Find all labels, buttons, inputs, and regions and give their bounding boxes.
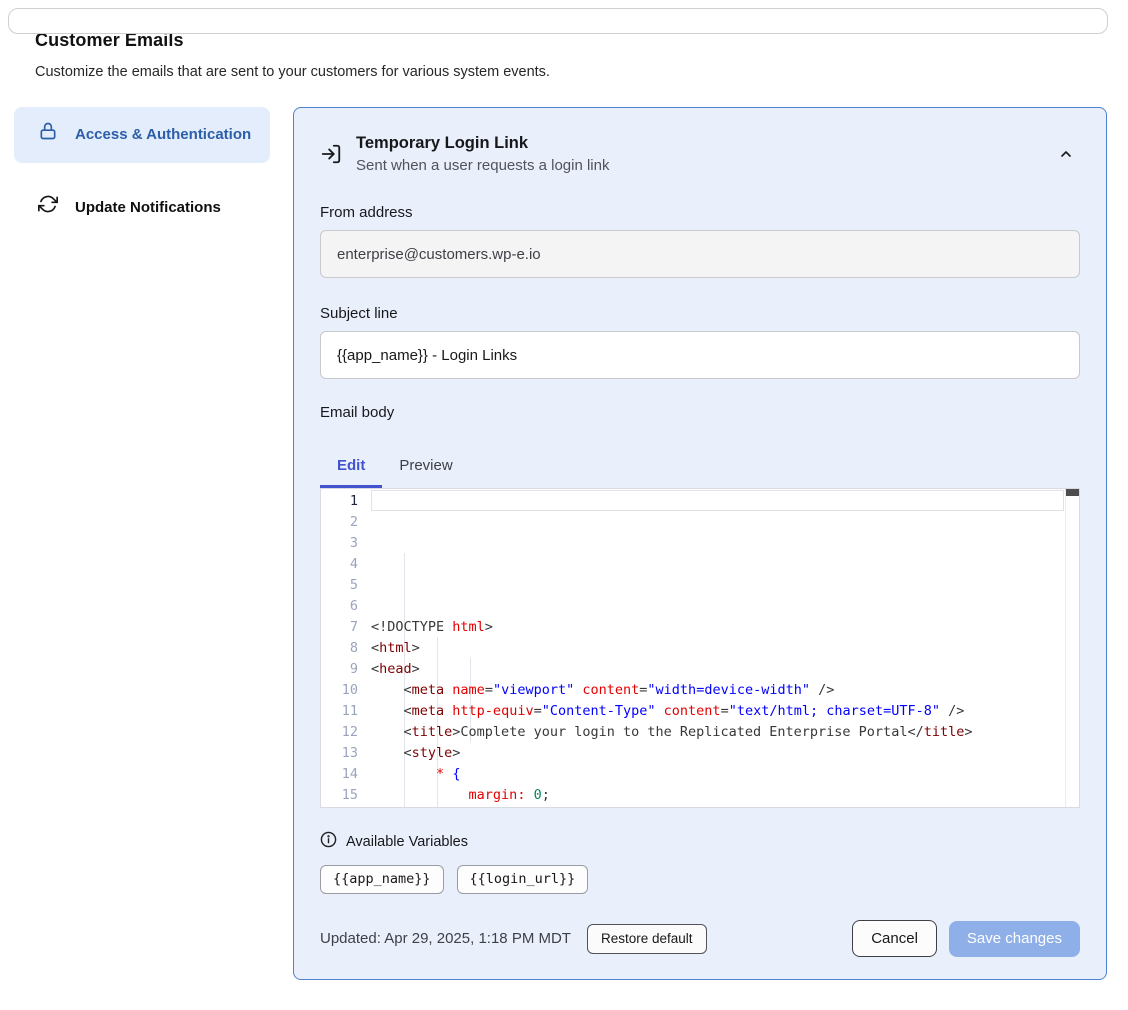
code-line: * {: [371, 764, 1079, 785]
subject-line-label: Subject line: [320, 305, 1080, 322]
from-address-label: From address: [320, 204, 1080, 221]
code-line: <title>Complete your login to the Replic…: [371, 722, 1079, 743]
line-number: 13: [321, 743, 358, 764]
line-number: 1: [321, 491, 358, 512]
code-line: <html>: [371, 638, 1079, 659]
line-number: 8: [321, 638, 358, 659]
available-variables-label: Available Variables: [346, 834, 468, 850]
current-line-highlight: [371, 490, 1064, 511]
sidebar-item-access-authentication[interactable]: Access & Authentication: [14, 107, 270, 163]
line-number: 7: [321, 617, 358, 638]
line-number: 9: [321, 659, 358, 680]
code-line: margin: 0;: [371, 785, 1079, 806]
line-number-gutter: 12345678910111213141516: [321, 489, 371, 807]
scrollbar-thumb[interactable]: [1066, 489, 1079, 496]
card-footer: Updated: Apr 29, 2025, 1:18 PM MDT Resto…: [320, 920, 1080, 957]
code-line: <head>: [371, 659, 1079, 680]
page-header: Customer Emails Customize the emails tha…: [35, 30, 1128, 80]
cancel-button[interactable]: Cancel: [852, 920, 937, 957]
line-number: 14: [321, 764, 358, 785]
line-number: 5: [321, 575, 358, 596]
sidebar-item-label: Update Notifications: [75, 196, 221, 220]
sidebar-item-label: Access & Authentication: [75, 123, 251, 147]
refresh-icon: [38, 194, 58, 222]
line-number: 12: [321, 722, 358, 743]
previous-card-bottom-edge: [8, 8, 1108, 34]
code-line: <meta name="viewport" content="width=dev…: [371, 680, 1079, 701]
code-area[interactable]: <!DOCTYPE html><html><head> <meta name="…: [371, 489, 1079, 807]
code-line: <style>: [371, 743, 1079, 764]
temporary-login-link-card: Temporary Login Link Sent when a user re…: [293, 107, 1107, 980]
editor-scrollbar[interactable]: [1065, 489, 1079, 807]
card-header: Temporary Login Link Sent when a user re…: [320, 134, 1080, 174]
email-body-tabs: Edit Preview: [320, 445, 1080, 488]
code-editor[interactable]: 12345678910111213141516 <!DOCTYPE html><…: [320, 488, 1080, 808]
chevron-up-icon: [1058, 150, 1074, 165]
available-variables-header: Available Variables: [320, 831, 1080, 852]
email-body-label: Email body: [320, 404, 1080, 421]
card-subtitle: Sent when a user requests a login link: [356, 157, 609, 174]
line-number: 11: [321, 701, 358, 722]
email-types-sidebar: Access & Authentication Update Notificat…: [14, 107, 270, 236]
variable-chip-list: {{app_name}} {{login_url}}: [320, 865, 1080, 894]
updated-timestamp: Updated: Apr 29, 2025, 1:18 PM MDT: [320, 930, 571, 947]
login-icon: [320, 143, 342, 170]
code-line: font-family: "Helvetica Neue", Helvetica…: [371, 806, 1079, 807]
line-number: 2: [321, 512, 358, 533]
sidebar-item-update-notifications[interactable]: Update Notifications: [14, 180, 270, 236]
collapse-button[interactable]: [1052, 140, 1080, 171]
line-number: 3: [321, 533, 358, 554]
restore-default-button[interactable]: Restore default: [587, 924, 707, 954]
lock-icon: [38, 121, 58, 149]
code-line: <meta http-equiv="Content-Type" content=…: [371, 701, 1079, 722]
line-number: 15: [321, 785, 358, 806]
tab-edit[interactable]: Edit: [320, 445, 382, 488]
variable-chip[interactable]: {{login_url}}: [457, 865, 589, 894]
main-layout: Access & Authentication Update Notificat…: [0, 107, 1128, 980]
from-address-input[interactable]: [320, 230, 1080, 278]
save-changes-button[interactable]: Save changes: [949, 921, 1080, 957]
subject-line-input[interactable]: [320, 331, 1080, 379]
code-line: <!DOCTYPE html>: [371, 617, 1079, 638]
variable-chip[interactable]: {{app_name}}: [320, 865, 444, 894]
line-number: 4: [321, 554, 358, 575]
info-icon: [320, 831, 337, 852]
card-header-text: Temporary Login Link Sent when a user re…: [356, 134, 609, 174]
line-number: 16: [321, 806, 358, 808]
line-number: 6: [321, 596, 358, 617]
card-title: Temporary Login Link: [356, 134, 609, 153]
line-number: 10: [321, 680, 358, 701]
tab-preview[interactable]: Preview: [382, 445, 469, 488]
available-variables-section: Available Variables {{app_name}} {{login_…: [320, 831, 1080, 894]
page-subtitle: Customize the emails that are sent to yo…: [35, 64, 1128, 80]
